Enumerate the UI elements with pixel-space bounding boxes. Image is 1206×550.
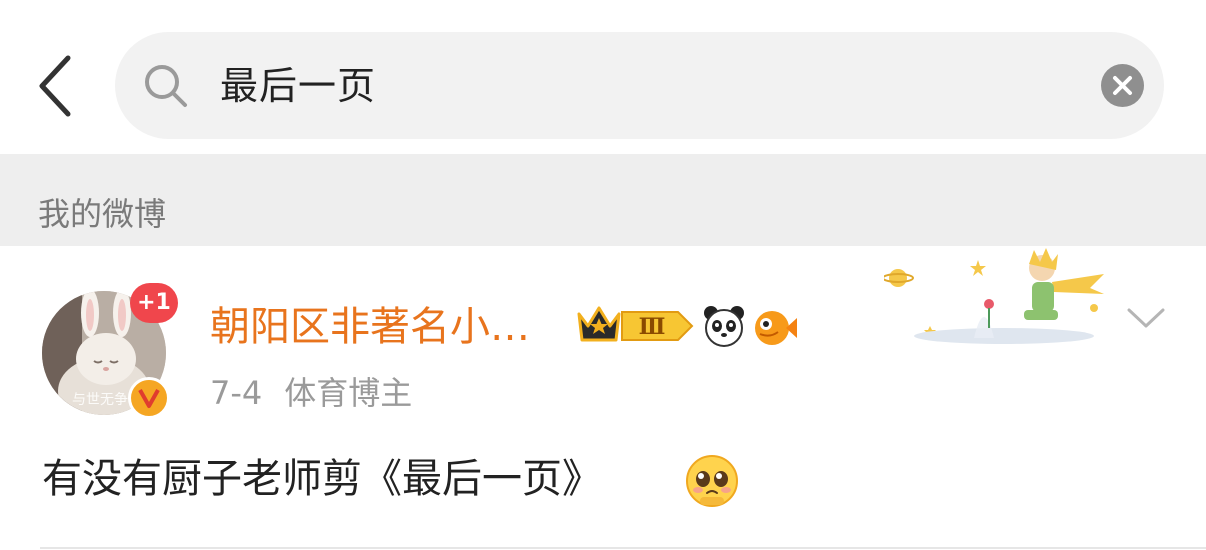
user-tag: 体育博主: [284, 374, 413, 412]
post-card[interactable]: 与世无争 +1 朝阳区非著名小… Ⅲ 7-4 体育博主 有没有厨子老师剪《最后一…: [0, 246, 1206, 550]
avatar-caption: 与世无争: [72, 392, 128, 408]
crown-icon: [577, 306, 621, 342]
avatar-container[interactable]: 与世无争 +1: [42, 283, 178, 419]
level-text: Ⅲ: [639, 314, 666, 340]
clear-search-button[interactable]: [1101, 64, 1144, 107]
panda-icon: [704, 306, 744, 347]
username[interactable]: 朝阳区非著名小…: [210, 303, 530, 351]
section-label: 我的微博: [38, 195, 167, 233]
level-badge: Ⅲ: [621, 311, 694, 341]
notification-badge: +1: [130, 283, 178, 323]
search-box[interactable]: 最后一页: [115, 32, 1164, 139]
search-icon: [145, 65, 187, 107]
search-input[interactable]: 最后一页: [220, 62, 376, 110]
back-chevron-icon: [39, 55, 71, 117]
little-prince-decoration: [884, 248, 1104, 344]
post-meta: 7-4 体育博主: [210, 373, 412, 413]
chevron-down-icon: [1127, 308, 1165, 328]
top-bar: 最后一页: [0, 0, 1206, 154]
clear-icon: [1113, 76, 1132, 95]
post-text: 有没有厨子老师剪《最后一页》: [42, 456, 602, 502]
verified-badge: [128, 377, 170, 419]
section-header: 我的微博: [0, 154, 1206, 246]
more-options-button[interactable]: [1126, 302, 1166, 332]
fish-icon: [755, 311, 797, 345]
back-button[interactable]: [30, 50, 86, 122]
pleading-face-icon: [686, 455, 738, 507]
verified-v-icon: [134, 383, 164, 413]
divider: [40, 547, 1206, 549]
post-date: 7-4: [210, 374, 263, 412]
